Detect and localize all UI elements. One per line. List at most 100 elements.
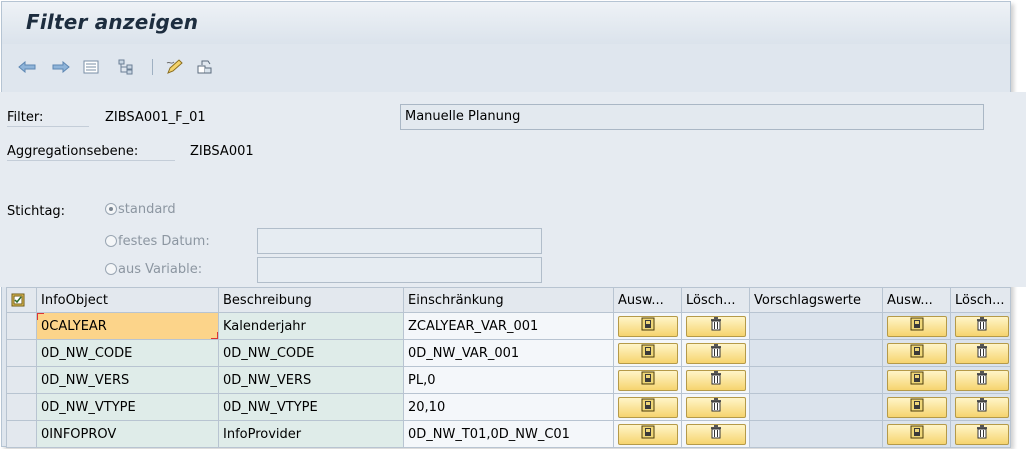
- delete-default-button[interactable]: [955, 342, 1009, 364]
- radio-standard[interactable]: standard: [105, 202, 176, 217]
- hierarchy-icon[interactable]: [115, 57, 137, 77]
- select-values-icon: [641, 398, 655, 416]
- cell-infoobject[interactable]: 0D_NW_VTYPE: [36, 393, 219, 421]
- stichtag-label: Stichtag:: [7, 204, 66, 219]
- radio-aus-variable-label: aus Variable:: [118, 262, 203, 277]
- cell-vorschlagswerte[interactable]: [749, 366, 883, 394]
- delete-default-button[interactable]: [955, 315, 1009, 337]
- cell-beschreibung: 0D_NW_VERS: [218, 366, 404, 394]
- cell-einschraenkung[interactable]: ZCALYEAR_VAR_001: [403, 312, 614, 340]
- col-loesch-1[interactable]: Lösch...: [681, 287, 750, 313]
- row-selector[interactable]: [6, 393, 37, 421]
- row-selector[interactable]: [6, 366, 37, 394]
- cell-einschraenkung[interactable]: 20,10: [403, 393, 614, 421]
- cell-beschreibung: InfoProvider: [218, 420, 404, 448]
- table-row[interactable]: 0D_NW_VERS 0D_NW_VERS PL,0: [6, 366, 1011, 394]
- cell-vorschlagswerte[interactable]: [749, 420, 883, 448]
- cell-vorschlagswerte[interactable]: [749, 393, 883, 421]
- row-selector[interactable]: [6, 339, 37, 367]
- cell-ausw-2: [882, 393, 951, 421]
- row-selector[interactable]: [6, 312, 37, 340]
- delete-restriction-button[interactable]: [686, 423, 746, 445]
- select-values-icon: [910, 371, 924, 389]
- cell-infoobject[interactable]: 0D_NW_CODE: [36, 339, 219, 367]
- table-row[interactable]: 0D_NW_VTYPE 0D_NW_VTYPE 20,10: [6, 393, 1011, 421]
- filter-label: Filter:: [7, 110, 89, 127]
- forward-arrow-icon[interactable]: [50, 57, 72, 77]
- delete-default-button[interactable]: [955, 396, 1009, 418]
- aggregation-value: ZIBSA001: [190, 144, 254, 159]
- delete-restriction-button[interactable]: [686, 396, 746, 418]
- trash-icon: [709, 398, 723, 416]
- select-values-button[interactable]: [618, 315, 678, 337]
- cell-beschreibung: 0D_NW_VTYPE: [218, 393, 404, 421]
- col-loesch-2[interactable]: Lösch...: [950, 287, 1011, 313]
- cell-infoobject[interactable]: 0INFOPROV: [36, 420, 219, 448]
- cell-loesch-1: [681, 420, 750, 448]
- select-default-values-button[interactable]: [887, 423, 947, 445]
- select-values-button[interactable]: [618, 423, 678, 445]
- select-values-icon: [641, 344, 655, 362]
- cell-ausw-1: [613, 420, 682, 448]
- delete-default-button[interactable]: [955, 369, 1009, 391]
- cell-infoobject[interactable]: 0CALYEAR: [36, 312, 219, 340]
- col-infoobject[interactable]: InfoObject: [36, 287, 219, 313]
- col-einschraenkung[interactable]: Einschränkung: [403, 287, 614, 313]
- col-ausw-1[interactable]: Ausw...: [613, 287, 682, 313]
- delete-restriction-button[interactable]: [686, 342, 746, 364]
- select-all-header[interactable]: [6, 287, 37, 313]
- select-default-values-button[interactable]: [887, 396, 947, 418]
- cell-ausw-1: [613, 366, 682, 394]
- select-values-button[interactable]: [618, 396, 678, 418]
- select-default-values-button[interactable]: [887, 369, 947, 391]
- cell-vorschlagswerte[interactable]: [749, 339, 883, 367]
- delete-restriction-button[interactable]: [686, 369, 746, 391]
- select-values-button[interactable]: [618, 369, 678, 391]
- col-beschreibung[interactable]: Beschreibung: [218, 287, 404, 313]
- list-icon[interactable]: [80, 57, 102, 77]
- select-default-values-button[interactable]: [887, 342, 947, 364]
- toolbar: [2, 44, 1010, 94]
- cell-ausw-2: [882, 420, 951, 448]
- col-ausw-2[interactable]: Ausw...: [882, 287, 951, 313]
- delete-restriction-button[interactable]: [686, 315, 746, 337]
- transport-icon[interactable]: [194, 57, 216, 77]
- cell-infoobject[interactable]: 0D_NW_VERS: [36, 366, 219, 394]
- delete-default-button[interactable]: [955, 423, 1009, 445]
- trash-icon: [975, 317, 989, 335]
- radio-aus-variable-indicator[interactable]: [105, 263, 117, 275]
- cell-einschraenkung[interactable]: PL,0: [403, 366, 614, 394]
- cell-beschreibung: 0D_NW_CODE: [218, 339, 404, 367]
- select-values-icon: [641, 371, 655, 389]
- cell-loesch-1: [681, 339, 750, 367]
- select-values-button[interactable]: [618, 342, 678, 364]
- cell-loesch-1: [681, 393, 750, 421]
- cell-einschraenkung[interactable]: 0D_NW_VAR_001: [403, 339, 614, 367]
- cell-vorschlagswerte[interactable]: [749, 312, 883, 340]
- aggregation-label: Aggregationsebene:: [7, 144, 175, 161]
- cell-ausw-2: [882, 366, 951, 394]
- festes-datum-input[interactable]: [257, 228, 542, 254]
- row-selector[interactable]: [6, 420, 37, 448]
- filter-description-field[interactable]: Manuelle Planung: [400, 104, 984, 130]
- radio-aus-variable[interactable]: aus Variable:: [105, 262, 202, 277]
- radio-standard-indicator[interactable]: [105, 203, 117, 215]
- table-row[interactable]: 0D_NW_CODE 0D_NW_CODE 0D_NW_VAR_001: [6, 339, 1011, 367]
- edit-pencil-icon[interactable]: [164, 57, 186, 77]
- table-row[interactable]: 0CALYEAR Kalenderjahr ZCALYEAR_VAR_001: [6, 312, 1011, 340]
- select-values-icon: [641, 317, 655, 335]
- aus-variable-input[interactable]: [257, 257, 542, 283]
- radio-festes-datum[interactable]: festes Datum:: [105, 234, 210, 249]
- select-default-values-button[interactable]: [887, 315, 947, 337]
- radio-festes-datum-indicator[interactable]: [105, 235, 117, 247]
- trash-icon: [975, 425, 989, 443]
- col-vorschlagswerte[interactable]: Vorschlagswerte: [749, 287, 883, 313]
- select-values-icon: [910, 317, 924, 335]
- select-values-icon: [910, 398, 924, 416]
- toolbar-separator: [152, 59, 153, 75]
- back-arrow-icon[interactable]: [16, 57, 38, 77]
- trash-icon: [709, 344, 723, 362]
- cell-loesch-2: [950, 420, 1011, 448]
- table-row[interactable]: 0INFOPROV InfoProvider 0D_NW_T01,0D_NW_C01: [6, 420, 1011, 448]
- cell-einschraenkung[interactable]: 0D_NW_T01,0D_NW_C01: [403, 420, 614, 448]
